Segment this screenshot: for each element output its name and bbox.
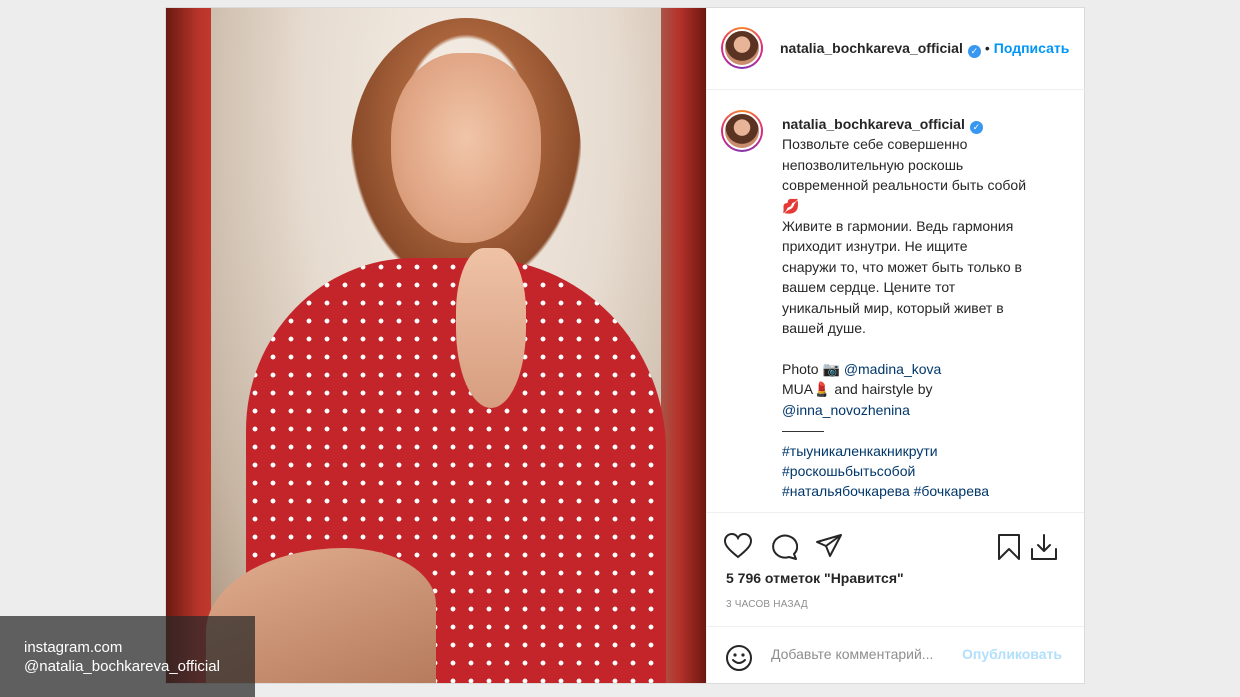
add-comment-bar: Добавьте комментарий... Опубликовать — [707, 626, 1084, 684]
post-sidebar: natalia_bochkareva_official✓•Подписаться… — [706, 8, 1085, 683]
caption-avatar[interactable] — [721, 110, 763, 152]
paper-plane-icon[interactable] — [815, 533, 843, 559]
bookmark-icon[interactable] — [997, 533, 1021, 561]
caption-line: уникальный мир, который живет в — [782, 299, 1004, 316]
caption-line: 💋 — [782, 197, 800, 214]
caption-line: вашем сердце. Цените тот — [782, 279, 956, 296]
verified-badge-icon: ✓ — [967, 45, 981, 58]
mua-credit-link[interactable]: @inna_novozhenina — [782, 400, 1067, 420]
caption-username[interactable]: natalia_bochkareva_official — [782, 116, 965, 132]
source-watermark: instagram.com @natalia_bochkareva_offici… — [0, 616, 255, 697]
hashtag-link[interactable]: #тыуникаленкакникрути — [782, 441, 1067, 461]
post-timestamp[interactable]: 3 ЧАСОВ НАЗАД — [726, 599, 808, 610]
avatar[interactable] — [721, 27, 763, 69]
post-photo[interactable] — [166, 8, 706, 683]
watermark-site: instagram.com — [24, 639, 123, 656]
caption-line: современной реальности быть собой — [782, 177, 1027, 194]
heart-icon[interactable] — [724, 533, 752, 559]
caption-line: приходит изнутри. Не ищите — [782, 238, 968, 255]
watermark-account: @natalia_bochkareva_official — [24, 658, 220, 675]
photo-credit-link[interactable]: @madina_kova — [844, 361, 942, 377]
hashtag-link[interactable]: #бочкарева — [914, 483, 989, 499]
post-header: natalia_bochkareva_official ✓•Подписаться — [707, 8, 1085, 90]
header-username[interactable]: natalia_bochkareva_official — [780, 40, 963, 56]
caption-line: Живите в гармонии. Ведь гармония — [782, 218, 1014, 235]
speech-bubble-icon[interactable] — [770, 534, 798, 560]
comments-area[interactable]: natalia_bochkareva_official ✓ Позвольте с… — [707, 90, 1084, 513]
follow-button[interactable]: Подписаться — [994, 40, 1070, 56]
caption-line: снаружи то, что может быть только в — [782, 258, 1022, 275]
verified-badge-icon: ✓ — [969, 121, 983, 134]
hashtag-link[interactable]: #роскошьбытьсобой — [782, 461, 1067, 481]
likes-count[interactable]: 5 796 отметок "Нравится" — [726, 570, 904, 586]
comment-input[interactable]: Добавьте комментарий... — [771, 646, 933, 662]
caption-text: natalia_bochkareva_official ✓ Позвольте с… — [782, 114, 1067, 502]
publish-button[interactable]: Опубликовать — [962, 646, 1062, 662]
separator-dot: • — [984, 40, 990, 56]
hashtag-link[interactable]: #натальябочкарева — [782, 483, 910, 499]
caption-line: Позвольте себе совершенно — [782, 136, 968, 153]
instagram-post: natalia_bochkareva_official✓•Подписаться… — [165, 7, 1085, 684]
photo-credit-prefix: Photo 📷 — [782, 360, 840, 377]
caption-line: вашей душе. — [782, 320, 866, 337]
post-actions: 5 796 отметок "Нравится" 3 ЧАСОВ НАЗАД Д… — [707, 513, 1084, 683]
caption-line: непозволительную роскошь — [782, 156, 964, 173]
smiley-icon[interactable] — [725, 644, 753, 672]
mua-credit-prefix: MUA💄 and hairstyle by — [782, 381, 933, 398]
download-icon[interactable] — [1029, 532, 1059, 562]
caption-divider: ——— — [782, 422, 824, 439]
photo-neckline — [456, 248, 526, 408]
photo-face — [391, 53, 541, 243]
